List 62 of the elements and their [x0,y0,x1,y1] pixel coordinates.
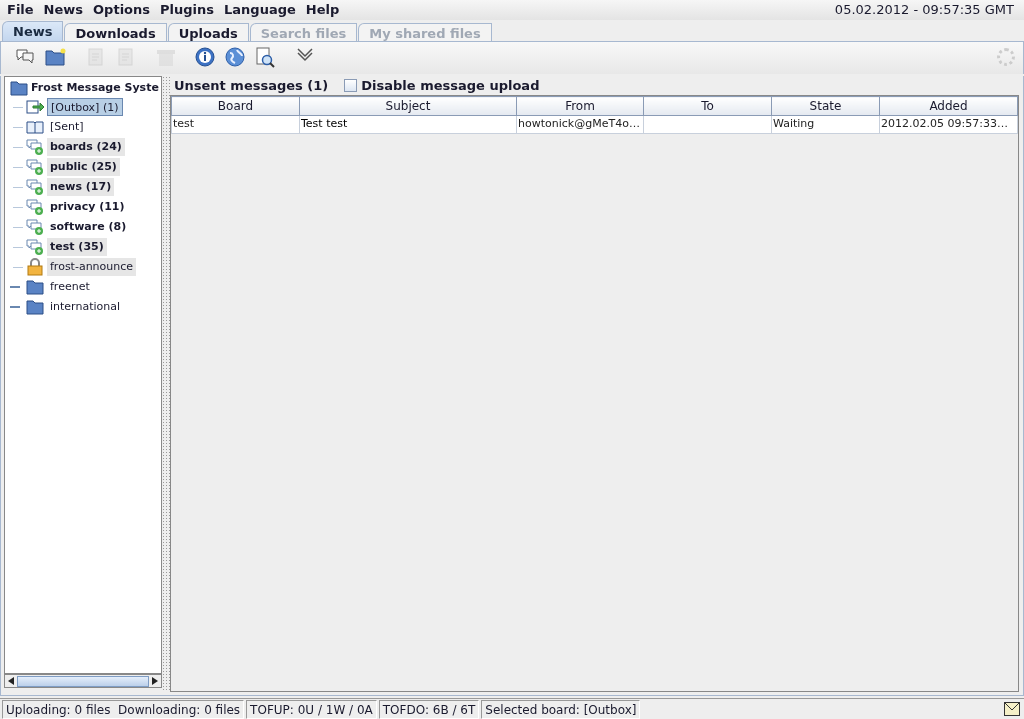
table-cell: howtonick@gMeT4o… [518,117,640,130]
folder-icon [10,79,28,97]
tree-item[interactable]: news (17) [47,178,115,196]
tree-item[interactable]: international [47,298,124,316]
folder-icon[interactable] [45,47,67,69]
tree-item[interactable]: [Sent] [47,118,87,136]
chat-bubbles-icon [26,158,44,176]
folder-icon [26,298,44,316]
chat-bubbles-icon [26,178,44,196]
table-cell: 2012.02.05 09:57:33… [881,117,1008,130]
tree-item[interactable]: boards (24) [47,138,125,156]
column-header[interactable]: Added [879,96,1018,116]
tree-root[interactable]: Frost Message Syste [31,79,159,97]
clock-text: 05.02.2012 - 09:57:35 GMT [834,1,1015,20]
tree-item[interactable]: software (8) [47,218,130,236]
table-cell: Test test [301,117,348,130]
info-icon[interactable] [195,47,217,69]
status-text: Selected board: [Outbox] [481,699,641,719]
tree-item[interactable]: [Outbox] (1) [47,98,123,116]
scroll-left-icon[interactable] [8,677,14,685]
column-header[interactable]: To [643,96,772,116]
chat-bubbles-icon [26,238,44,256]
tab[interactable]: Uploads [167,23,249,41]
folder-icon [26,278,44,296]
panel-title: Unsent messages (1) [174,76,329,95]
tree-item[interactable]: freenet [47,278,93,296]
tree-item[interactable]: test (35) [47,238,107,256]
status-text: Uploading: 0 files Downloading: 0 files [2,699,245,719]
scrollbar-thumb[interactable] [17,675,150,687]
horizontal-scrollbar[interactable] [4,674,163,688]
table-cell: test [173,117,195,130]
menu-item[interactable]: Options [88,0,155,20]
menu-item[interactable]: Language [219,0,301,20]
loading-spinner-icon [997,48,1015,66]
status-text: TOFUP: 0U / 1W / 0A [246,699,377,719]
tree-item[interactable]: frost-announce [47,258,137,276]
column-header[interactable]: Board [171,96,300,116]
menu-item[interactable]: Plugins [155,0,219,20]
status-text: TOFDO: 6B / 6T [378,699,480,719]
column-header[interactable]: Subject [299,96,517,116]
column-header[interactable]: From [516,96,644,116]
scroll-right-icon[interactable] [152,677,159,685]
tree-item[interactable]: privacy (11) [47,198,128,216]
tab[interactable]: News [2,21,64,41]
outbox-icon [26,98,44,116]
menu-item[interactable]: File [2,0,39,20]
chat-bubbles-icon [26,198,44,216]
table-cell: Waiting [773,117,815,130]
globe-icon[interactable] [225,47,247,69]
envelope-icon[interactable] [1004,702,1020,716]
padlock-icon [26,258,44,276]
checkbox-label: Disable message upload [361,76,540,95]
book-icon [26,118,44,136]
search-icon[interactable] [255,47,277,69]
chat-bubbles-icon [26,138,44,156]
column-header[interactable]: State [771,96,880,116]
chat-bubbles-icon [26,218,44,236]
tree-item[interactable]: public (25) [47,158,120,176]
tab[interactable]: Downloads [64,23,167,41]
menu-item[interactable]: News [38,0,89,20]
menu-item[interactable]: Help [300,0,345,20]
checkbox[interactable] [344,79,358,92]
